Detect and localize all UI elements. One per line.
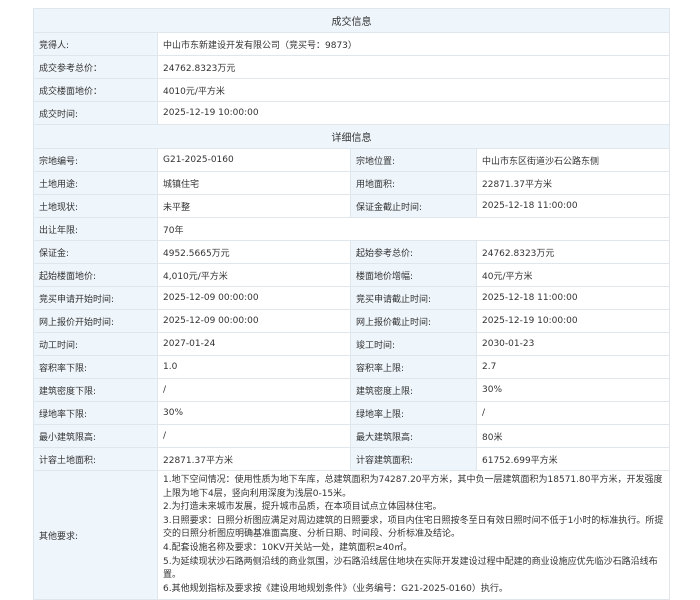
field-value: / <box>476 401 670 425</box>
table-row: 竞买申请开始时间: 2025-12-09 00:00:00 竞买申请截止时间: 202… <box>33 286 670 310</box>
field-value: 2025-12-18 11:00:00 <box>476 286 670 310</box>
table-row: 土地用途: 城镇住宅 用地面积: 22871.37平方米 <box>33 171 670 195</box>
field-value: 2025-12-19 10:00:00 <box>157 101 670 125</box>
field-value: / <box>157 378 351 402</box>
field-label: 绿地率上限: <box>350 401 477 425</box>
field-value: 中山市东区街道沙石公路东侧 <box>476 148 670 172</box>
table-row: 保证金: 4952.5665万元 起始参考总价: 24762.8323万元 <box>33 240 670 264</box>
land-deal-table: 成交信息 竞得人: 中山市东新建设开发有限公司（竞买号：9873） 成交参考总价： 24… <box>33 8 670 600</box>
table-row: 成交参考总价： 24762.8323万元 <box>33 55 670 79</box>
field-label: 计容建筑面积: <box>350 447 477 471</box>
field-label: 最小建筑限高: <box>33 424 158 448</box>
field-label: 绿地率下限: <box>33 401 158 425</box>
section-title-deal: 成交信息 <box>33 8 670 33</box>
field-value: 4010元/平方米 <box>157 78 670 102</box>
table-row: 竞得人: 中山市东新建设开发有限公司（竞买号：9873） <box>33 32 670 56</box>
field-value: 2025-12-18 11:00:00 <box>476 194 670 218</box>
section-header: 详细信息 <box>33 124 670 149</box>
field-value: 2025-12-19 10:00:00 <box>476 309 670 333</box>
table-row: 绿地率下限: 30% 绿地率上限: / <box>33 401 670 425</box>
field-label: 竞得人: <box>33 32 158 56</box>
table-row: 建筑密度下限: / 建筑密度上限: 30% <box>33 378 670 402</box>
field-label: 竣工时间: <box>350 332 477 356</box>
field-value: 2.7 <box>476 355 670 379</box>
requirement-line: 5.为延续现状沙石路两侧沿线的商业氛围，沙石路沿线居住地块在实际开发建设过程中配… <box>163 556 658 581</box>
section-header: 成交信息 <box>33 8 670 33</box>
field-value: 61752.699平方米 <box>476 447 670 471</box>
table-row: 动工时间: 2027-01-24 竣工时间: 2030-01-23 <box>33 332 670 356</box>
field-value: 2027-01-24 <box>157 332 351 356</box>
field-label: 建筑密度下限: <box>33 378 158 402</box>
field-label: 宗地位置: <box>350 148 477 172</box>
field-value: 30% <box>157 401 351 425</box>
field-label: 保证金截止时间: <box>350 194 477 218</box>
field-label: 出让年限: <box>33 217 158 241</box>
field-label: 成交楼面地价： <box>33 78 158 102</box>
field-label: 保证金: <box>33 240 158 264</box>
field-value: 未平整 <box>157 194 351 218</box>
field-value: 22871.37平方米 <box>476 171 670 195</box>
field-label: 最大建筑限高: <box>350 424 477 448</box>
field-label: 网上报价截止时间: <box>350 309 477 333</box>
table-row: 其他要求: 1.地下空间情况：使用性质为地下车库，总建筑面积为74287.20平方… <box>33 469 670 600</box>
table-row: 起始楼面地价: 4,010元/平方米 楼面地价增幅: 40元/平方米 <box>33 263 670 287</box>
field-value: 4952.5665万元 <box>157 240 351 264</box>
field-label: 起始楼面地价: <box>33 263 158 287</box>
field-value: 40元/平方米 <box>476 263 670 287</box>
field-label: 容积率下限: <box>33 355 158 379</box>
table-row: 宗地编号: G21-2025-0160 宗地位置: 中山市东区街道沙石公路东侧 <box>33 148 670 172</box>
field-label: 容积率上限: <box>350 355 477 379</box>
field-value: 70年 <box>157 217 670 241</box>
field-label: 成交参考总价： <box>33 55 158 79</box>
field-label: 宗地编号: <box>33 148 158 172</box>
requirement-line: 1.地下空间情况：使用性质为地下车库，总建筑面积为74287.20平方米，其中负… <box>163 475 663 499</box>
table-row: 成交时间: 2025-12-19 10:00:00 <box>33 101 670 125</box>
field-value: G21-2025-0160 <box>157 148 351 172</box>
table-row: 最小建筑限高: / 最大建筑限高: 80米 <box>33 424 670 448</box>
field-label: 起始参考总价: <box>350 240 477 264</box>
field-value: / <box>157 424 351 448</box>
field-value: 30% <box>476 378 670 402</box>
section-title-detail: 详细信息 <box>33 124 670 149</box>
field-value: 4,010元/平方米 <box>157 263 351 287</box>
field-value: 中山市东新建设开发有限公司（竞买号：9873） <box>157 32 670 56</box>
table-row: 网上报价开始时间: 2025-12-09 00:00:00 网上报价截止时间: 202… <box>33 309 670 333</box>
field-value: 2025-12-09 00:00:00 <box>157 309 351 333</box>
requirement-line: 3.日照要求：日照分析图应满足对周边建筑的日照要求，项目内住宅日照按冬至日有效日… <box>163 515 664 540</box>
field-value: 城镇住宅 <box>157 171 351 195</box>
field-value: 1.0 <box>157 355 351 379</box>
field-value: 2030-01-23 <box>476 332 670 356</box>
field-label: 土地用途: <box>33 171 158 195</box>
field-value: 24762.8323万元 <box>476 240 670 264</box>
table-row: 土地现状: 未平整 保证金截止时间: 2025-12-18 11:00:00 <box>33 194 670 218</box>
field-value: 80米 <box>476 424 670 448</box>
requirement-line: 6.其他规划指标及要求按《建设用地规划条件》（业务编号：G21-2025-016… <box>163 583 508 594</box>
field-label: 楼面地价增幅: <box>350 263 477 287</box>
requirement-line: 2.为打造未来城市发展，提升城市品质，在本项目试点立体园林住宅。 <box>163 502 442 513</box>
table-row: 出让年限: 70年 <box>33 217 670 241</box>
field-label: 成交时间: <box>33 101 158 125</box>
table-row: 成交楼面地价： 4010元/平方米 <box>33 78 670 102</box>
field-value: 2025-12-09 00:00:00 <box>157 286 351 310</box>
field-label: 网上报价开始时间: <box>33 309 158 333</box>
field-label: 建筑密度上限: <box>350 378 477 402</box>
field-label: 动工时间: <box>33 332 158 356</box>
other-requirements: 1.地下空间情况：使用性质为地下车库，总建筑面积为74287.20平方米，其中负… <box>157 469 670 600</box>
field-value: 22871.37平方米 <box>157 447 351 471</box>
field-label: 竞买申请开始时间: <box>33 286 158 310</box>
field-label: 计容土地面积: <box>33 447 158 471</box>
field-value: 24762.8323万元 <box>157 55 670 79</box>
field-label: 其他要求: <box>33 469 158 600</box>
table-row: 计容土地面积: 22871.37平方米 计容建筑面积: 61752.699平方米 <box>33 447 670 471</box>
table-row: 容积率下限: 1.0 容积率上限: 2.7 <box>33 355 670 379</box>
field-label: 土地现状: <box>33 194 158 218</box>
requirement-line: 4.配套设施名称及要求：10KV开关站一处，建筑面积≥40㎡。 <box>163 542 413 553</box>
field-label: 用地面积: <box>350 171 477 195</box>
field-label: 竞买申请截止时间: <box>350 286 477 310</box>
